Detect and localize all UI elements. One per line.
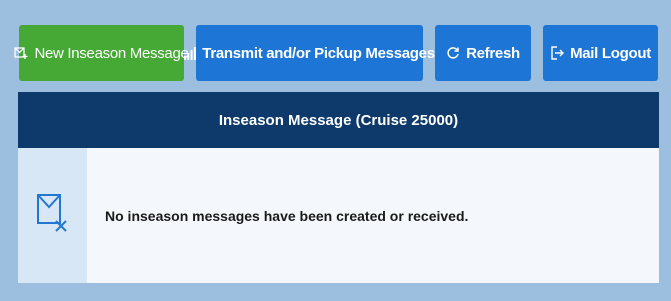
logout-icon xyxy=(550,46,565,60)
panel-title: Inseason Message (Cruise 25000) xyxy=(18,92,659,148)
refresh-label: Refresh xyxy=(466,44,520,62)
inseason-message-panel: Inseason Message (Cruise 25000) No insea… xyxy=(18,92,659,283)
signal-bars-icon xyxy=(184,46,197,60)
new-inseason-message-button[interactable]: New Inseason Message xyxy=(14,25,189,81)
empty-state-icon-column xyxy=(18,148,87,283)
mail-logout-label: Mail Logout xyxy=(570,44,651,62)
transmit-pickup-label: Transmit and/or Pickup Messages xyxy=(202,44,435,62)
toolbar: New Inseason Message Transmit and/or Pic… xyxy=(0,0,671,100)
mail-x-icon xyxy=(36,192,70,239)
panel-body: No inseason messages have been created o… xyxy=(18,148,659,283)
refresh-button[interactable]: Refresh xyxy=(435,25,531,81)
empty-state-message: No inseason messages have been created o… xyxy=(87,148,659,283)
refresh-icon xyxy=(446,46,460,60)
compose-message-icon xyxy=(14,46,28,60)
transmit-pickup-button[interactable]: Transmit and/or Pickup Messages xyxy=(184,25,435,81)
mail-logout-button[interactable]: Mail Logout xyxy=(543,25,658,81)
new-inseason-message-label: New Inseason Message xyxy=(34,44,189,62)
